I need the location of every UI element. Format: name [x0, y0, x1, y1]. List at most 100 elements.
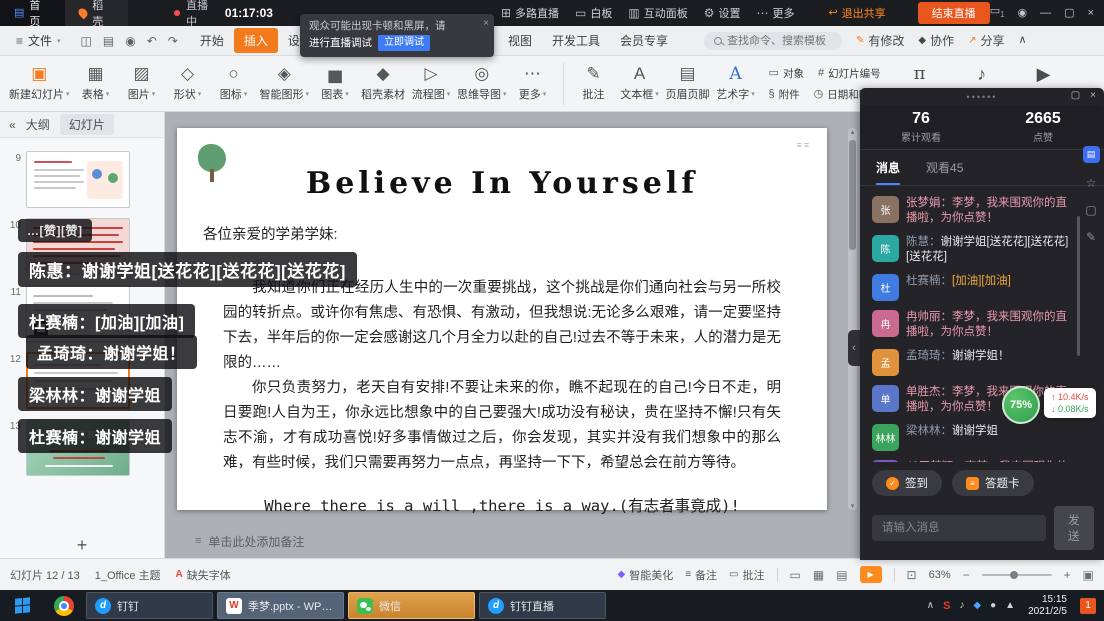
more-button[interactable]: ⋯ 更多	[756, 5, 794, 21]
file-menu[interactable]: ≡ 文件 ▾	[8, 32, 69, 49]
float-panel-icon[interactable]: ▢	[1071, 90, 1080, 101]
mindmap-button[interactable]: ◎ 思维导图▾	[454, 58, 510, 110]
undo-icon[interactable]: ↶	[147, 35, 157, 47]
tab-messages[interactable]: 消息	[876, 159, 900, 185]
sign-in-button[interactable]: ✓ 签到	[872, 470, 942, 496]
collapse-panel-handle[interactable]: ‹	[848, 330, 860, 366]
normal-view-icon[interactable]: ▭	[790, 568, 801, 582]
tab-home[interactable]: ▤ 首页	[0, 0, 65, 26]
tab-devtools[interactable]: 开发工具	[542, 28, 610, 53]
flowchart-button[interactable]: ▷ 流程图▾	[408, 58, 454, 110]
reading-view-icon[interactable]: ▤	[836, 568, 847, 582]
sogou-input-icon[interactable]: S	[943, 600, 950, 612]
star-icon[interactable]: ☆	[1086, 176, 1097, 190]
scroll-up-icon[interactable]: ▴	[851, 129, 855, 136]
docer-assets-button[interactable]: ◆ 稻壳素材	[358, 58, 408, 110]
search-input[interactable]	[727, 35, 832, 47]
exit-share-button[interactable]: ↩ 退出共享	[828, 5, 885, 21]
slide-canvas[interactable]: ≡≡ Believe In Yourself 各位亲爱的学弟学妹: 我知道你们正…	[177, 128, 827, 510]
theme-name[interactable]: 1_Office 主题	[95, 567, 161, 583]
play-slideshow-button[interactable]: ▶	[860, 566, 882, 583]
taskbar-dingtalk[interactable]: d 钉钉	[86, 592, 213, 619]
chat-input[interactable]	[872, 515, 1046, 541]
textbox-button[interactable]: A 文本框▾	[617, 58, 663, 110]
more-insert-button[interactable]: ⋯ 更多▾	[510, 58, 556, 110]
fit-page-icon[interactable]: ⊡	[907, 568, 917, 582]
scroll-down-icon[interactable]: ▾	[848, 502, 857, 510]
slide-number-button[interactable]: # 幻灯片编号	[818, 66, 881, 81]
taskbar-dingtalk-live[interactable]: d 钉钉直播	[479, 592, 606, 619]
close-icon[interactable]: ×	[1088, 8, 1094, 19]
table-button[interactable]: ▦ 表格▾	[73, 58, 119, 110]
attachment-button[interactable]: § 附件	[769, 87, 800, 102]
browser-icon[interactable]	[54, 596, 74, 616]
share-button[interactable]: ↗ 分享	[968, 32, 1004, 49]
multi-live-button[interactable]: ⊞ 多路直播	[501, 5, 559, 21]
minimize-icon[interactable]: —	[1040, 8, 1051, 19]
tab-slides[interactable]: 幻灯片	[60, 114, 114, 135]
popup-close-icon[interactable]: ×	[483, 17, 489, 31]
notes-toggle[interactable]: ≡ 备注	[685, 567, 717, 583]
taskbar-wps[interactable]: W 季梦.pptx - WPS...	[217, 592, 344, 619]
camera-icon[interactable]: ◉	[1018, 8, 1028, 19]
debug-button[interactable]: 立即调试	[378, 35, 430, 51]
tray-expand-icon[interactable]: ∧	[927, 601, 934, 611]
bluetooth-icon[interactable]: ◆	[973, 601, 981, 611]
tab-docer[interactable]: 稻壳	[65, 0, 128, 26]
network-icon[interactable]: ●	[990, 601, 996, 611]
display-select-icon[interactable]: ▭1	[990, 6, 1005, 19]
slide-scrollbar[interactable]: ▴ ▾	[848, 128, 857, 510]
pen-icon[interactable]: ✎	[1086, 230, 1096, 244]
header-footer-button[interactable]: ▤ 页眉页脚	[663, 58, 713, 110]
tab-outline[interactable]: 大纲	[26, 116, 50, 133]
zoom-out-icon[interactable]: −	[963, 568, 970, 582]
start-button[interactable]	[0, 590, 44, 621]
panel-handle[interactable]: •••••• ▢ ×	[860, 88, 1104, 105]
close-panel-icon[interactable]: ×	[1090, 90, 1096, 101]
tab-member[interactable]: 会员专享	[610, 28, 678, 53]
beautify-button[interactable]: ◆ 智能美化	[618, 567, 674, 583]
tab-view[interactable]: 视图	[498, 28, 542, 53]
comments-toggle[interactable]: ▭ 批注	[729, 567, 764, 583]
command-search[interactable]	[704, 32, 842, 50]
end-live-button[interactable]: 结束直播	[918, 2, 990, 24]
slide-sorter-icon[interactable]: ▦	[813, 568, 824, 582]
taskbar-clock[interactable]: 15:15 2021/2/5	[1028, 594, 1067, 618]
new-slide-button[interactable]: ▣ 新建幻灯片▾	[6, 58, 73, 110]
collapse-ribbon-icon[interactable]: ∧	[1019, 35, 1027, 46]
chat-scrollbar[interactable]	[1077, 216, 1080, 356]
window-icon[interactable]: ▢	[1085, 203, 1096, 217]
warning-line2[interactable]: 进行直播调试	[309, 36, 372, 50]
zoom-level[interactable]: 63%	[929, 569, 951, 581]
zoom-in-icon[interactable]: +	[1064, 568, 1071, 582]
fullscreen-icon[interactable]: ▣	[1083, 568, 1094, 582]
smartart-button[interactable]: ◈ 智能图形▾	[257, 58, 313, 110]
comment-button[interactable]: ✎ 批注	[571, 58, 617, 110]
maximize-icon[interactable]: ▢	[1064, 8, 1074, 19]
notes-placeholder[interactable]: ≡ 单击此处添加备注	[195, 533, 304, 550]
send-button[interactable]: 发送	[1054, 506, 1094, 550]
zoom-slider[interactable]	[982, 574, 1052, 576]
print-icon[interactable]: ▤	[103, 35, 114, 47]
shapes-button[interactable]: ◇ 形状▾	[165, 58, 211, 110]
drag-handle-icon[interactable]: ••••••	[967, 92, 998, 102]
add-slide-button[interactable]: +	[0, 535, 164, 556]
chart-button[interactable]: ▅ 图表▾	[312, 58, 358, 110]
redo-icon[interactable]: ↷	[168, 35, 178, 47]
slide-thumbnail-9[interactable]	[26, 151, 130, 208]
taskbar-wechat[interactable]: 微信	[348, 592, 475, 619]
answer-card-button[interactable]: ≡ 答题卡	[952, 470, 1034, 496]
picture-button[interactable]: ▨ 图片▾	[119, 58, 165, 110]
tray-misc-icon[interactable]: ▲	[1005, 601, 1015, 611]
wordart-button[interactable]: A 艺术字▾	[713, 58, 759, 110]
settings-button[interactable]: ⚙ 设置	[704, 5, 741, 21]
interaction-panel-button[interactable]: ▥ 互动面板	[628, 5, 687, 21]
tab-watching[interactable]: 观看45	[926, 159, 963, 185]
collapse-panel-icon[interactable]: «	[9, 118, 16, 132]
scrollbar-thumb[interactable]	[849, 140, 856, 250]
object-button[interactable]: ▭ 对象	[769, 66, 804, 81]
missing-font-warning[interactable]: A 缺失字体	[176, 567, 231, 583]
whiteboard-button[interactable]: ▭ 白板	[575, 5, 612, 21]
zoom-slider-knob[interactable]	[1010, 571, 1018, 579]
icon-library-button[interactable]: ○ 图标▾	[211, 58, 257, 110]
